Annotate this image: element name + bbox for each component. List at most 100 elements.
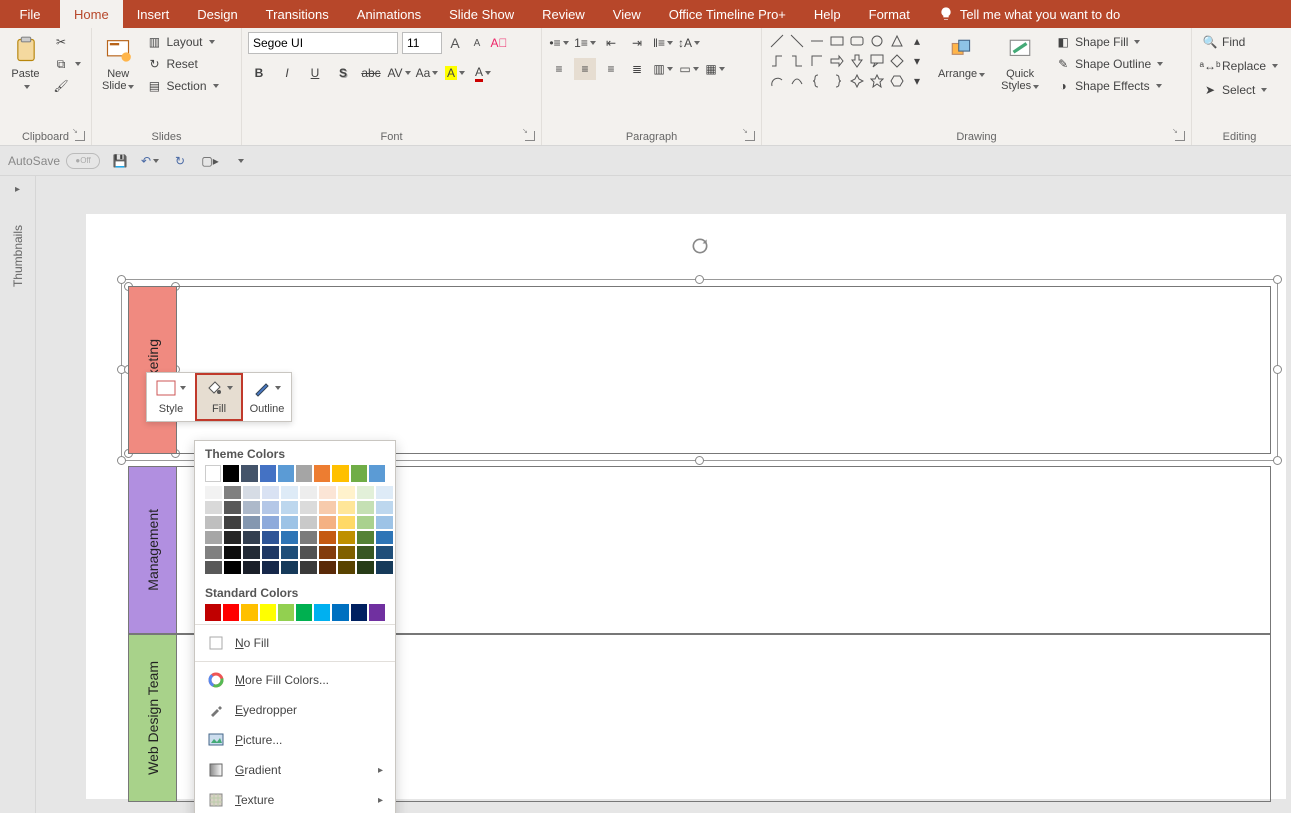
decrease-indent-button[interactable]: ⇤ — [600, 32, 622, 54]
font-size-input[interactable] — [402, 32, 442, 54]
tell-me-search[interactable]: Tell me what you want to do — [924, 0, 1134, 28]
character-spacing-button[interactable]: AV — [388, 62, 410, 84]
color-swatch[interactable] — [224, 531, 241, 544]
color-swatch[interactable] — [224, 486, 241, 499]
shape-line2[interactable] — [788, 32, 806, 50]
shape-hexagon[interactable] — [888, 72, 906, 90]
color-swatch[interactable] — [338, 546, 355, 559]
color-swatch[interactable] — [205, 501, 222, 514]
color-swatch[interactable] — [314, 604, 330, 621]
bold-button[interactable]: B — [248, 62, 270, 84]
color-swatch[interactable] — [319, 531, 336, 544]
color-swatch[interactable] — [281, 546, 298, 559]
color-swatch[interactable] — [223, 604, 239, 621]
color-swatch[interactable] — [357, 501, 374, 514]
shape-elbow[interactable] — [808, 52, 826, 70]
tab-insert[interactable]: Insert — [123, 0, 184, 28]
color-swatch[interactable] — [281, 501, 298, 514]
align-text-button[interactable]: ▭ — [678, 58, 700, 80]
align-right-button[interactable]: ≡ — [600, 58, 622, 80]
tab-animations[interactable]: Animations — [343, 0, 435, 28]
color-swatch[interactable] — [357, 561, 374, 574]
color-swatch[interactable] — [376, 516, 393, 529]
gallery-down[interactable]: ▾ — [908, 52, 926, 70]
section-button[interactable]: ▤Section — [142, 76, 222, 96]
shape-rrect[interactable] — [848, 32, 866, 50]
color-swatch[interactable] — [241, 465, 257, 482]
color-swatch[interactable] — [300, 561, 317, 574]
text-direction-button[interactable]: ↕A — [678, 32, 700, 54]
shape-star5[interactable] — [868, 72, 886, 90]
expand-thumbnails-button[interactable]: ▸ — [15, 184, 20, 195]
color-swatch[interactable] — [224, 561, 241, 574]
tab-format[interactable]: Format — [855, 0, 924, 28]
color-swatch[interactable] — [223, 465, 239, 482]
underline-button[interactable]: U — [304, 62, 326, 84]
save-button[interactable]: 💾 — [110, 151, 130, 171]
cut-button[interactable]: ✂ — [49, 32, 85, 52]
color-swatch[interactable] — [351, 465, 367, 482]
color-swatch[interactable] — [319, 501, 336, 514]
color-swatch[interactable] — [243, 561, 260, 574]
color-swatch[interactable] — [260, 465, 276, 482]
color-swatch[interactable] — [376, 531, 393, 544]
shape-arc[interactable] — [768, 72, 786, 90]
color-swatch[interactable] — [319, 486, 336, 499]
shape-callout[interactable] — [868, 52, 886, 70]
gallery-up[interactable]: ▴ — [908, 32, 926, 50]
clear-formatting-button[interactable]: A⃠ — [490, 34, 508, 52]
color-swatch[interactable] — [319, 546, 336, 559]
eyedropper-item[interactable]: Eyedropper — [195, 695, 395, 725]
color-swatch[interactable] — [332, 604, 348, 621]
tab-home[interactable]: Home — [60, 0, 123, 28]
color-swatch[interactable] — [300, 516, 317, 529]
tab-transitions[interactable]: Transitions — [252, 0, 343, 28]
undo-button[interactable]: ↶ — [140, 151, 160, 171]
shape-star4[interactable] — [848, 72, 866, 90]
color-swatch[interactable] — [314, 465, 330, 482]
color-swatch[interactable] — [376, 561, 393, 574]
color-swatch[interactable] — [300, 501, 317, 514]
color-swatch[interactable] — [224, 516, 241, 529]
font-name-input[interactable] — [248, 32, 398, 54]
shape-connector2[interactable] — [788, 52, 806, 70]
color-swatch[interactable] — [338, 561, 355, 574]
color-swatch[interactable] — [243, 501, 260, 514]
shape-circle[interactable] — [868, 32, 886, 50]
tab-help[interactable]: Help — [800, 0, 855, 28]
shape-arrow-r[interactable] — [828, 52, 846, 70]
color-swatch[interactable] — [351, 604, 367, 621]
color-swatch[interactable] — [262, 546, 279, 559]
tab-office-timeline[interactable]: Office Timeline Pro+ — [655, 0, 800, 28]
shape-arrow-ud[interactable] — [848, 52, 866, 70]
color-swatch[interactable] — [281, 516, 298, 529]
start-from-beginning-button[interactable]: ▢▸ — [200, 151, 220, 171]
paste-button[interactable]: Paste — [6, 32, 45, 94]
font-color-button[interactable]: A — [472, 62, 494, 84]
color-swatch[interactable] — [281, 486, 298, 499]
shape-triangle[interactable] — [888, 32, 906, 50]
color-swatch[interactable] — [281, 561, 298, 574]
redo-button[interactable]: ↻ — [170, 151, 190, 171]
tab-review[interactable]: Review — [528, 0, 599, 28]
color-swatch[interactable] — [338, 501, 355, 514]
color-swatch[interactable] — [376, 546, 393, 559]
color-swatch[interactable] — [205, 465, 221, 482]
color-swatch[interactable] — [262, 561, 279, 574]
color-swatch[interactable] — [260, 604, 276, 621]
tab-design[interactable]: Design — [183, 0, 251, 28]
quick-styles-button[interactable]: Quick Styles — [997, 32, 1043, 94]
reset-button[interactable]: ↻Reset — [142, 54, 222, 74]
color-swatch[interactable] — [319, 561, 336, 574]
color-swatch[interactable] — [357, 531, 374, 544]
font-launcher[interactable] — [525, 131, 535, 141]
strikethrough-button[interactable]: abc — [360, 62, 382, 84]
mini-fill-button[interactable]: Fill — [195, 373, 243, 421]
paragraph-launcher[interactable] — [745, 131, 755, 141]
columns-button[interactable]: ▥ — [652, 58, 674, 80]
smartart-button[interactable]: ▦ — [704, 58, 726, 80]
shrink-font-button[interactable]: A — [468, 34, 486, 52]
color-swatch[interactable] — [281, 531, 298, 544]
color-swatch[interactable] — [369, 465, 385, 482]
color-swatch[interactable] — [262, 486, 279, 499]
